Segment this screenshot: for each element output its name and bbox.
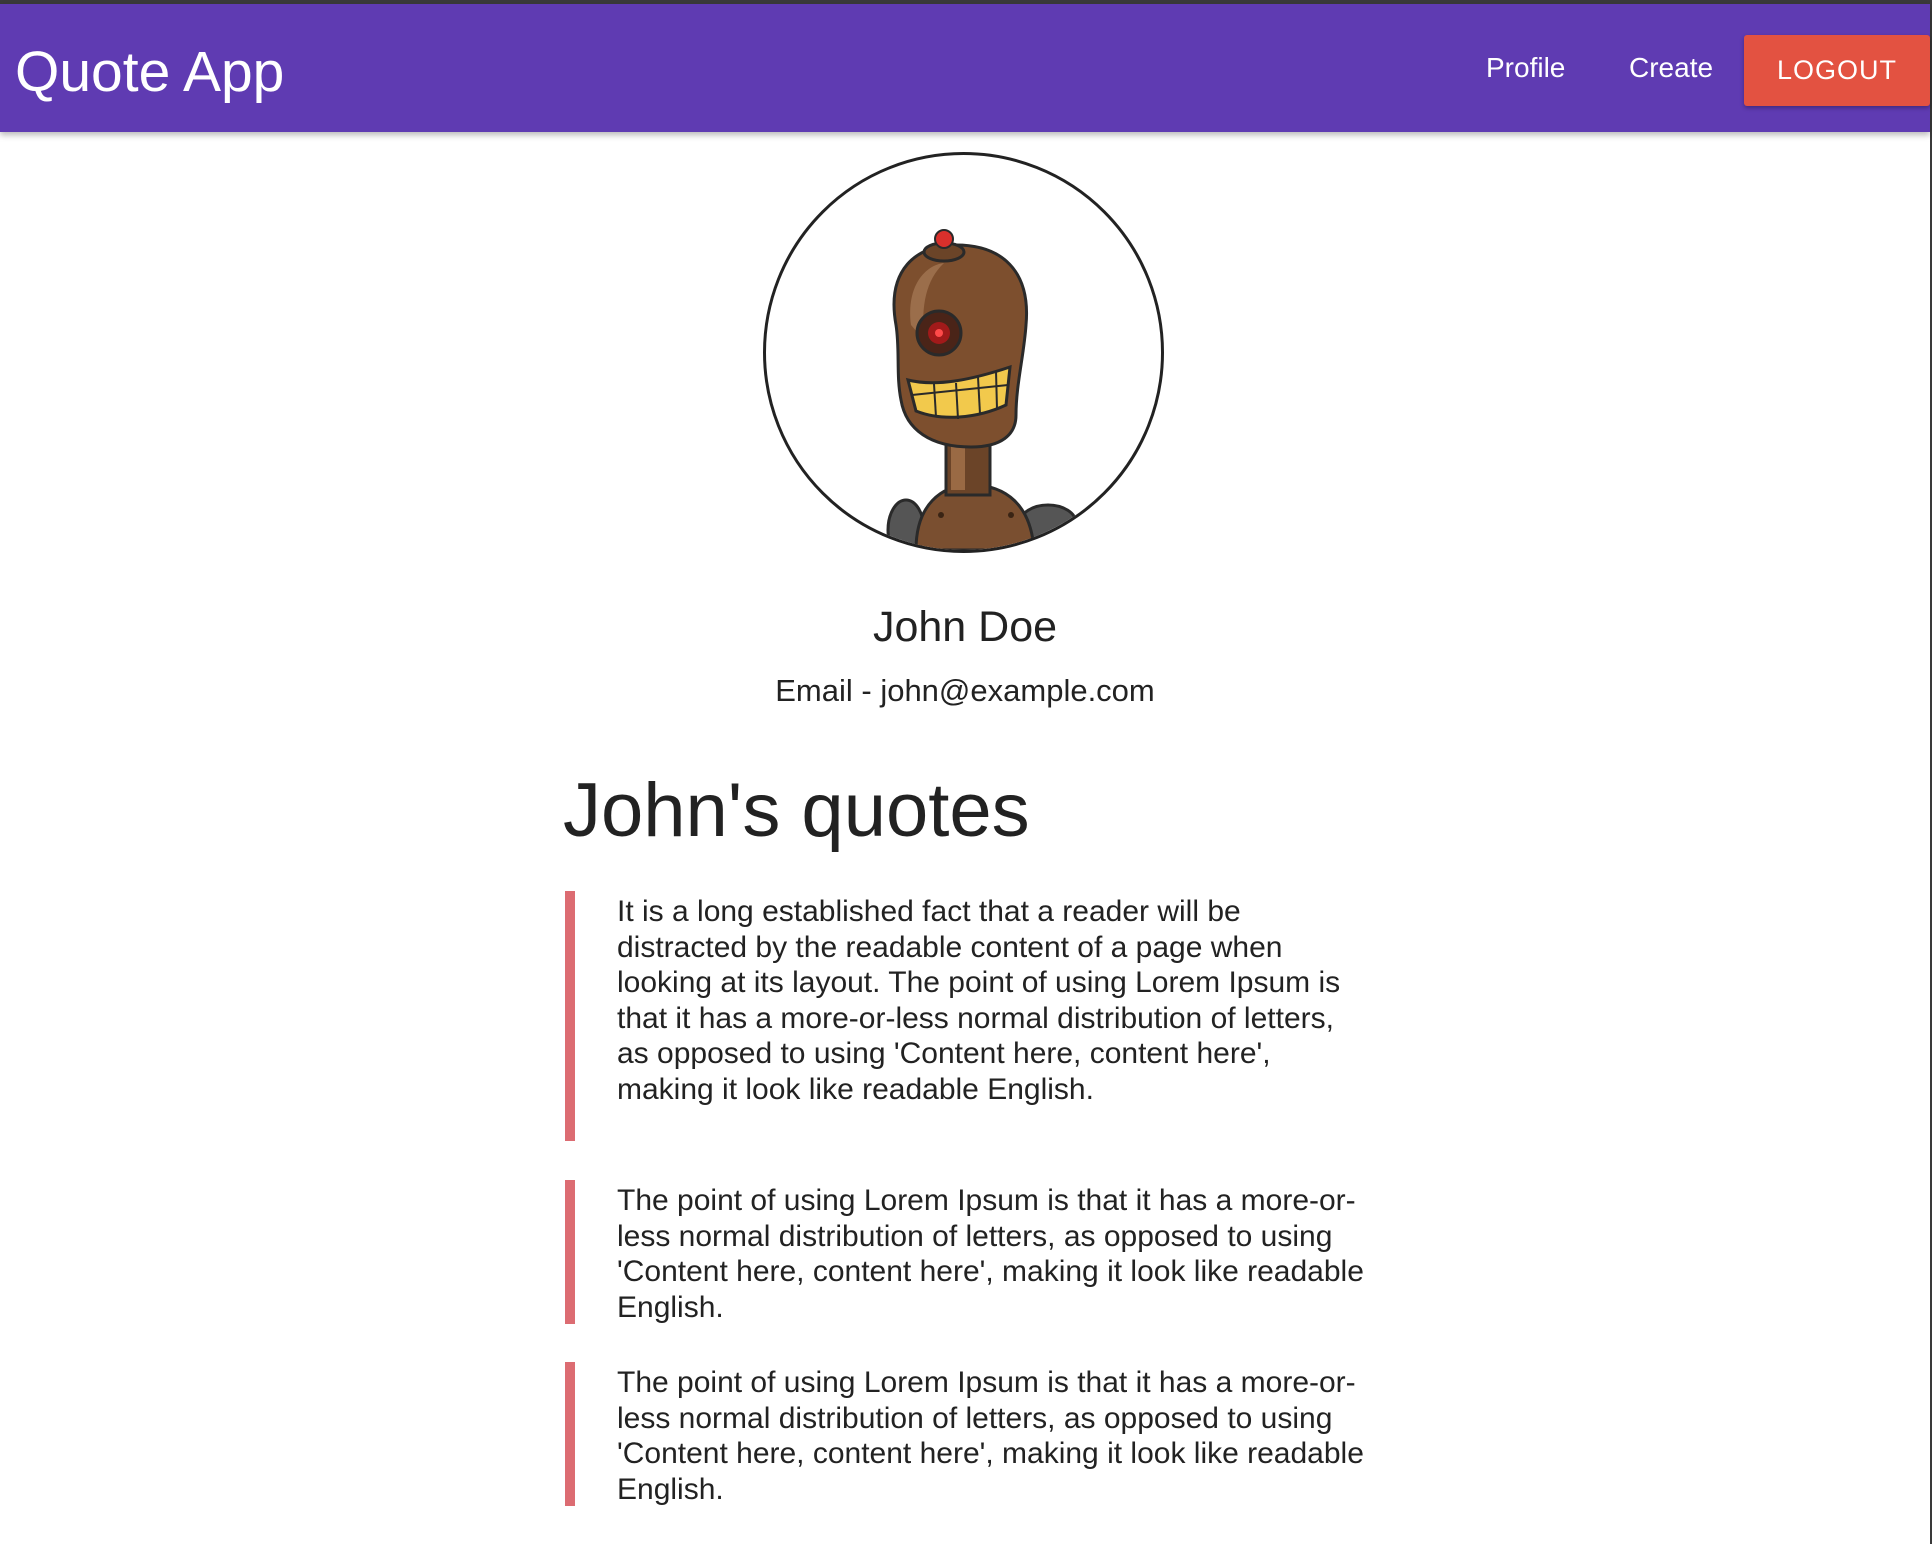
logout-button[interactable]: LOGOUT <box>1744 35 1930 106</box>
nav-profile-link[interactable]: Profile <box>1486 51 1565 85</box>
nav-create-link[interactable]: Create <box>1629 51 1713 85</box>
profile-email: Email - john@example.com <box>775 673 1155 708</box>
brand-logo-link[interactable]: Quote App <box>15 38 284 106</box>
quote-item: It is a long established fact that a rea… <box>565 891 1365 1141</box>
quote-text: It is a long established fact that a rea… <box>617 895 1341 1106</box>
robot-avatar-icon <box>886 229 1078 550</box>
navbar: Quote App Profile Create LOGOUT <box>0 4 1930 132</box>
quote-item: The point of using Lorem Ipsum is that i… <box>565 1180 1365 1324</box>
quote-text: The point of using Lorem Ipsum is that i… <box>617 1184 1364 1324</box>
profile-name: John Doe <box>872 603 1058 651</box>
quotes-heading: John's quotes <box>563 768 1030 853</box>
quote-item: The point of using Lorem Ipsum is that i… <box>565 1362 1365 1506</box>
profile-avatar <box>763 152 1164 553</box>
quote-text: The point of using Lorem Ipsum is that i… <box>617 1366 1364 1506</box>
